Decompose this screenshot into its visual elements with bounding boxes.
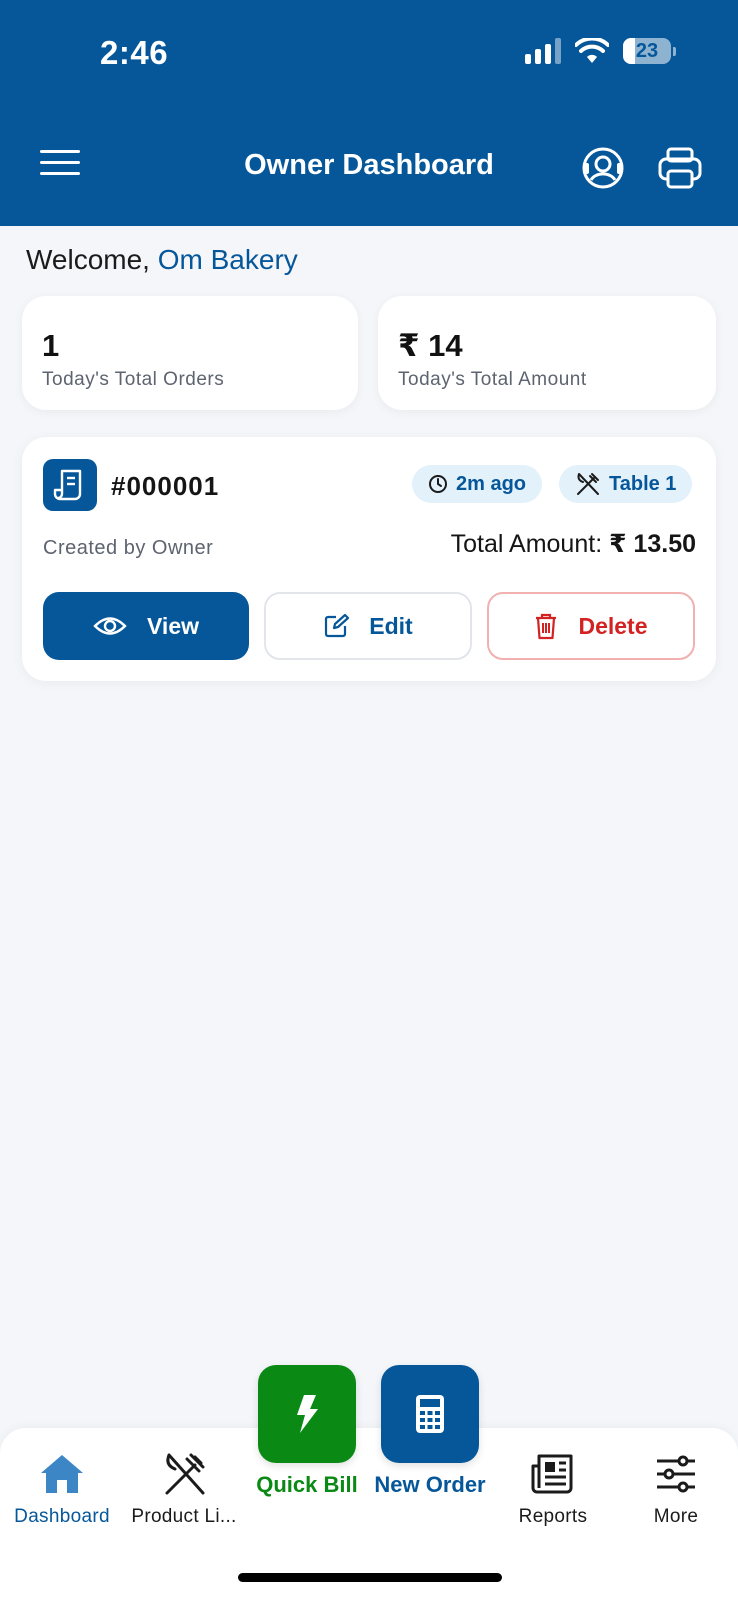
delete-button[interactable]: Delete xyxy=(487,592,695,660)
battery-level: 23 xyxy=(635,39,659,62)
nav-item-reports[interactable]: Reports xyxy=(491,1450,615,1528)
clock-icon xyxy=(429,475,447,493)
view-label: View xyxy=(147,612,199,639)
nav-item-more[interactable]: More xyxy=(614,1450,738,1528)
new-order-button[interactable] xyxy=(381,1365,479,1463)
order-table-badge: Table 1 xyxy=(559,465,693,503)
home-icon xyxy=(41,1455,83,1493)
total-label: Total Amount: xyxy=(450,530,603,558)
nav-item-product-list[interactable]: Product Li... xyxy=(122,1450,246,1528)
edit-icon xyxy=(325,613,350,638)
order-total: Total Amount: ₹ 13.50 xyxy=(451,529,696,559)
nav-item-dashboard[interactable]: Dashboard xyxy=(0,1450,124,1528)
nav-label: Product Li... xyxy=(131,1506,237,1527)
nav-label: Dashboard xyxy=(14,1506,110,1527)
view-button[interactable]: View xyxy=(43,592,249,660)
new-order-label[interactable]: New Order xyxy=(360,1472,500,1498)
printer-icon[interactable] xyxy=(657,146,703,190)
nav-label: Reports xyxy=(518,1506,588,1527)
store-name: Om Bakery xyxy=(157,244,298,275)
support-headset-icon[interactable] xyxy=(580,146,626,190)
sliders-icon xyxy=(657,1455,695,1493)
home-indicator[interactable] xyxy=(238,1573,502,1582)
order-table: Table 1 xyxy=(609,472,677,495)
status-time: 2:46 xyxy=(100,34,169,71)
cellular-signal-icon xyxy=(525,38,561,64)
edit-label: Edit xyxy=(369,612,413,639)
stat-value: 1 xyxy=(42,328,60,363)
created-by: Created by Owner xyxy=(43,537,214,559)
nav-label: More xyxy=(653,1506,699,1527)
wifi-icon xyxy=(575,38,609,63)
eye-icon xyxy=(93,617,127,635)
order-card[interactable]: #000001 2m ago Table 1 Created by Owner … xyxy=(22,437,716,681)
stat-value: ₹ 14 xyxy=(398,328,463,363)
stat-label: Today's Total Orders xyxy=(42,369,225,390)
stat-card-total-orders: 1 Today's Total Orders xyxy=(22,296,358,410)
quick-bill-button[interactable] xyxy=(258,1365,356,1463)
calculator-icon xyxy=(416,1395,444,1433)
welcome-text: Welcome, Om Bakery xyxy=(26,244,298,276)
delete-label: Delete xyxy=(578,612,648,639)
newspaper-icon xyxy=(531,1454,573,1494)
battery-icon: 23 xyxy=(623,38,671,64)
welcome-prefix: Welcome, xyxy=(26,244,150,275)
quick-bill-label[interactable]: Quick Bill xyxy=(237,1472,377,1498)
order-time-ago: 2m ago xyxy=(456,472,527,495)
fork-knife-icon xyxy=(165,1453,205,1495)
lightning-icon xyxy=(297,1395,318,1433)
trash-icon xyxy=(536,613,557,640)
stat-label: Today's Total Amount xyxy=(398,369,587,390)
order-id: #000001 xyxy=(111,471,220,501)
receipt-icon xyxy=(43,459,97,511)
order-time-badge: 2m ago xyxy=(412,465,543,503)
edit-button[interactable]: Edit xyxy=(264,592,472,660)
stat-card-total-amount: ₹ 14 Today's Total Amount xyxy=(378,296,716,410)
page-title: Owner Dashboard xyxy=(244,149,494,181)
app-header: 2:46 23 Owner Dashboard xyxy=(0,0,738,226)
fork-knife-icon xyxy=(577,473,599,495)
total-value: ₹ 13.50 xyxy=(609,530,696,558)
status-icons: 23 xyxy=(525,38,676,64)
